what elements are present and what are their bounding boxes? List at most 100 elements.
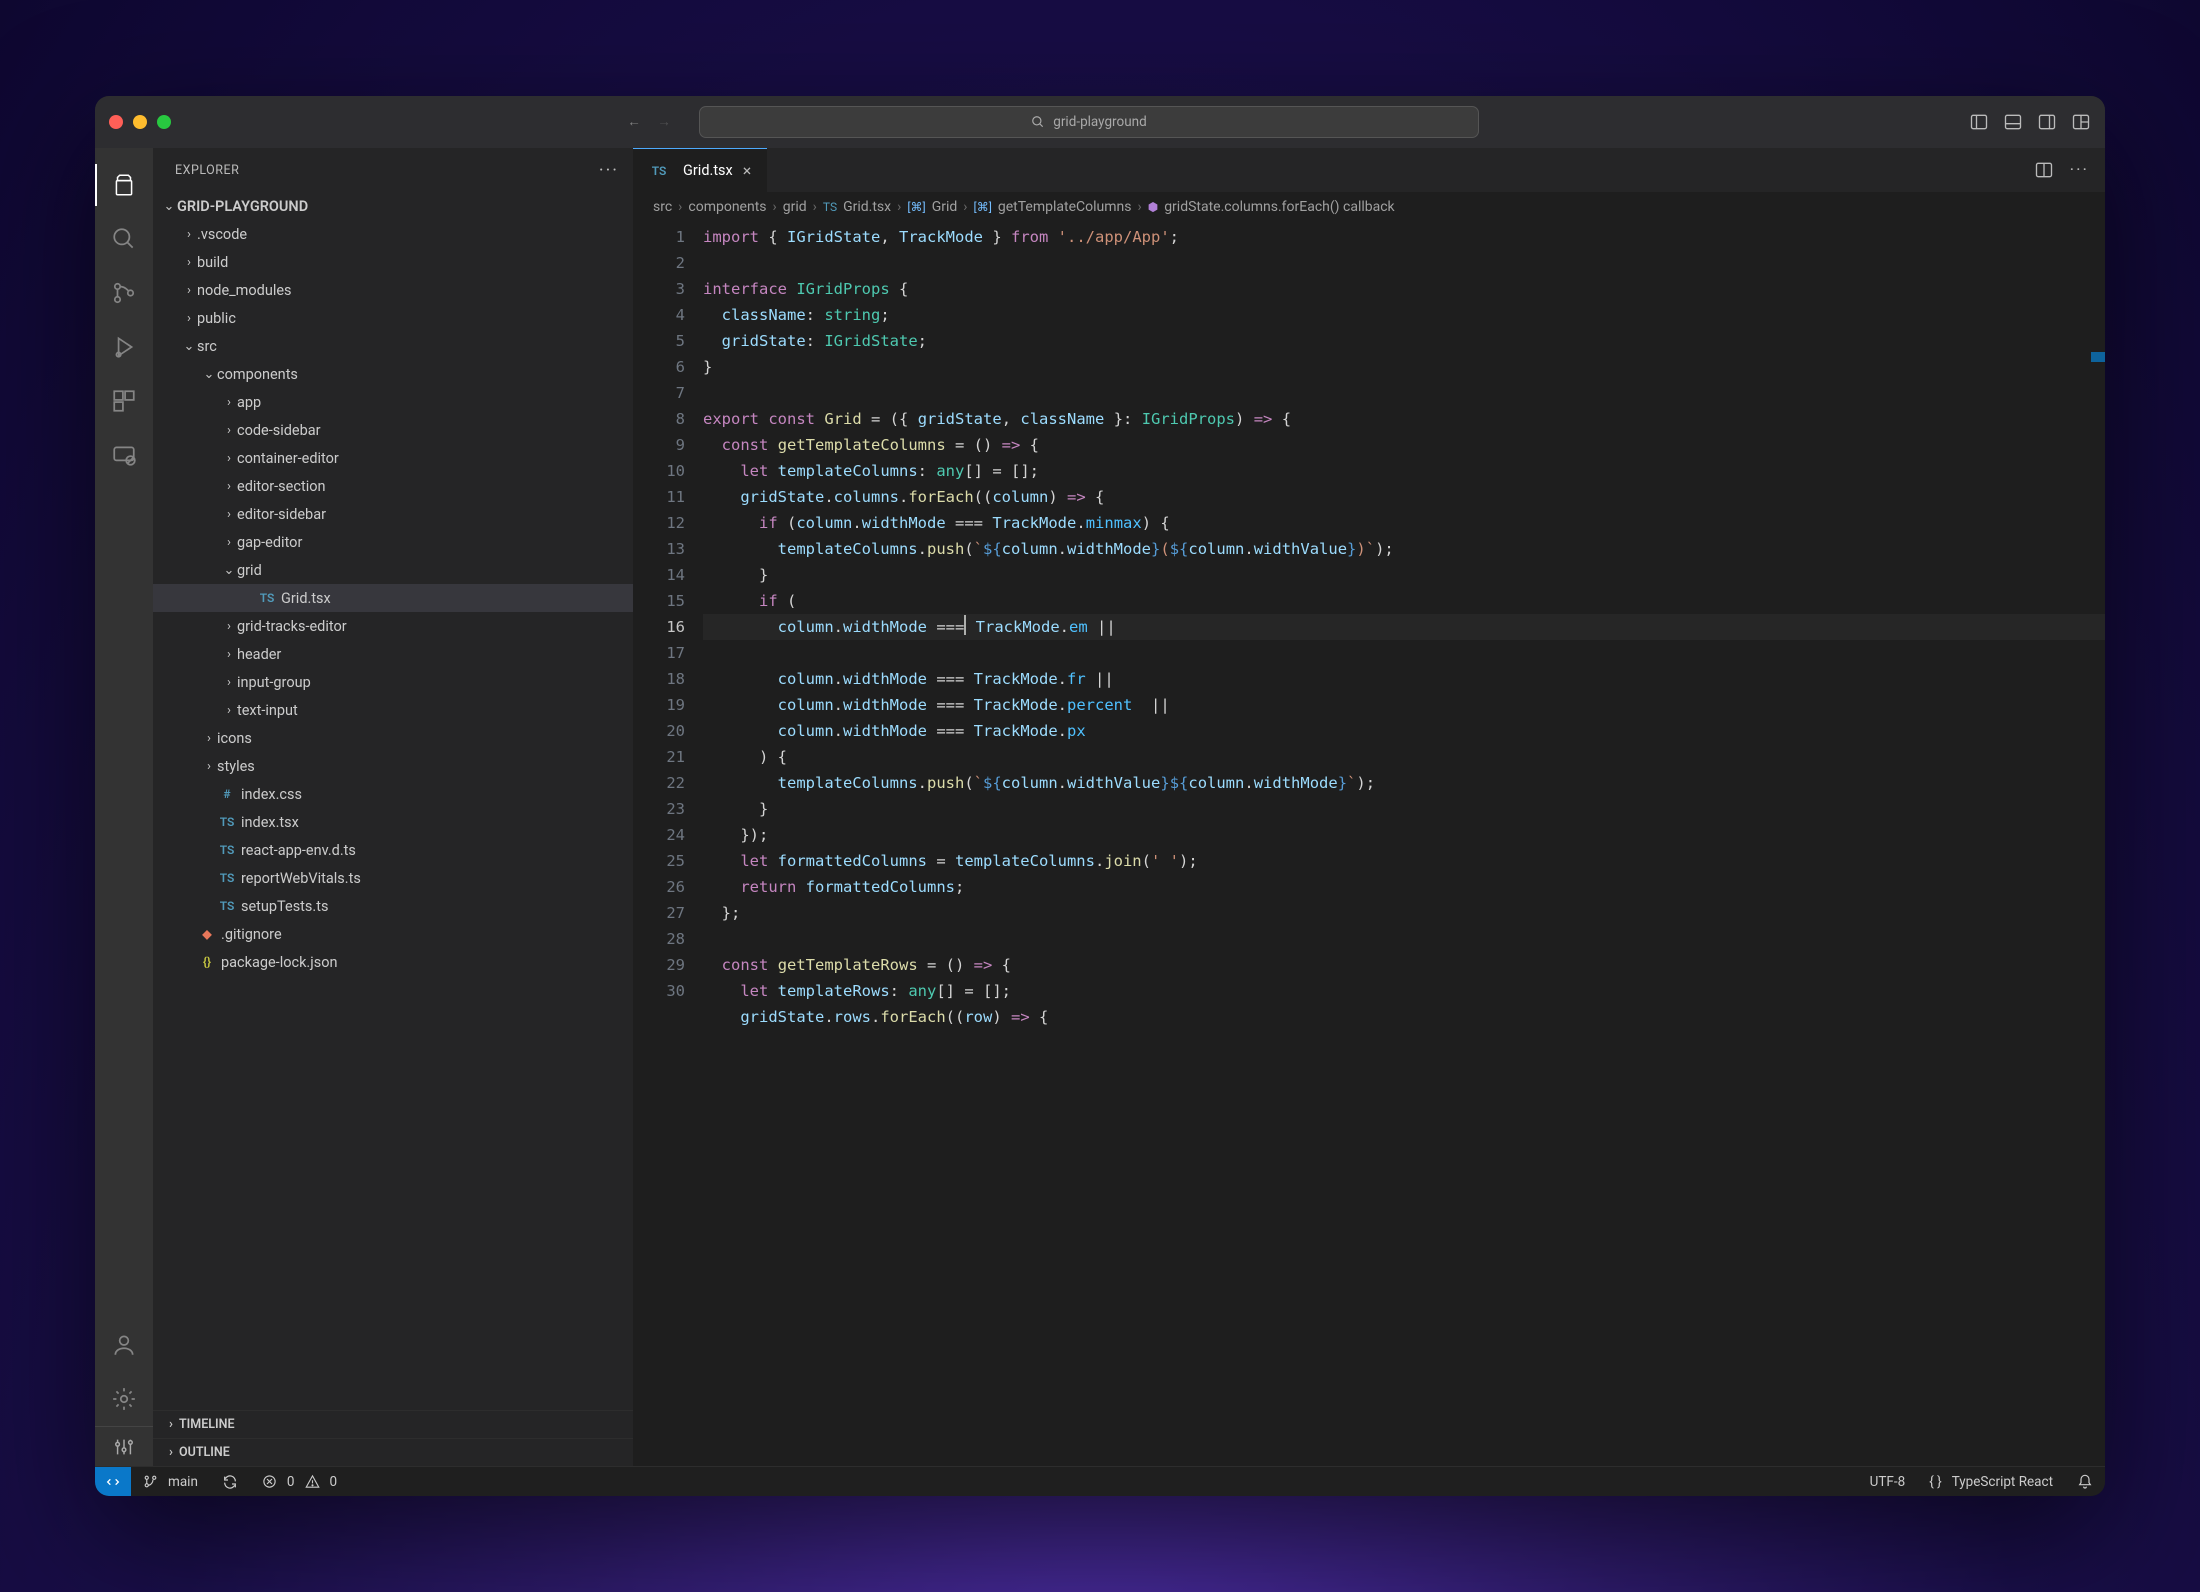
css-file-icon: # <box>217 787 237 801</box>
tree-folder[interactable]: ›header <box>153 640 633 668</box>
code-content[interactable]: import { IGridState, TrackMode } from '.… <box>703 222 2105 1466</box>
activity-remote[interactable] <box>95 428 153 482</box>
activity-search[interactable] <box>95 212 153 266</box>
status-sync[interactable] <box>210 1474 250 1490</box>
editor-actions: ··· <box>2034 160 2105 180</box>
tree-file[interactable]: TSGrid.tsx <box>153 584 633 612</box>
tree-folder[interactable]: ›container-editor <box>153 444 633 472</box>
chevron-down-icon: ⌄ <box>161 199 177 214</box>
tree-folder[interactable]: ⌄components <box>153 360 633 388</box>
status-language[interactable]: { } TypeScript React <box>1917 1474 2065 1490</box>
chevron-right-icon: › <box>221 535 237 550</box>
tree-folder[interactable]: ›.vscode <box>153 220 633 248</box>
chevron-right-icon: › <box>773 199 777 215</box>
code-line: ) { <box>703 748 787 766</box>
more-editor-actions-icon[interactable]: ··· <box>2070 160 2089 180</box>
breadcrumb[interactable]: src›components›grid›TSGrid.tsx›[⌘]Grid›[… <box>633 192 2105 222</box>
breadcrumb-item[interactable]: getTemplateColumns <box>998 199 1132 215</box>
sidebar-more-icon[interactable]: ··· <box>599 160 619 181</box>
activity-account[interactable] <box>95 1318 153 1372</box>
code-line: const getTemplateColumns = () => { <box>703 436 1039 454</box>
tree-folder[interactable]: ⌄src <box>153 332 633 360</box>
sidebar-section-timeline[interactable]: › TIMELINE <box>153 1410 633 1438</box>
tree-item-label: .vscode <box>197 226 247 243</box>
overview-ruler[interactable] <box>2091 222 2105 1466</box>
breadcrumb-item[interactable]: Grid.tsx <box>843 199 891 215</box>
close-tab-icon[interactable]: × <box>743 161 752 180</box>
ts-file-icon: TS <box>257 591 277 605</box>
tree-folder[interactable]: ›build <box>153 248 633 276</box>
toggle-secondary-sidebar-icon[interactable] <box>2037 112 2057 132</box>
status-branch[interactable]: main <box>131 1474 210 1490</box>
tree-folder[interactable]: ›editor-sidebar <box>153 500 633 528</box>
activity-scm[interactable] <box>95 266 153 320</box>
tree-folder[interactable]: ›gap-editor <box>153 528 633 556</box>
status-encoding[interactable]: UTF-8 <box>1858 1474 1918 1490</box>
code-line: className: string; <box>703 306 890 324</box>
split-editor-icon[interactable] <box>2034 160 2054 180</box>
tree-folder[interactable]: ›app <box>153 388 633 416</box>
toggle-panel-icon[interactable] <box>2003 112 2023 132</box>
tab-active[interactable]: TS Grid.tsx × <box>633 148 767 192</box>
tree-item-label: index.css <box>241 786 302 803</box>
tree-file[interactable]: TSreportWebVitals.ts <box>153 864 633 892</box>
tree-item-label: grid-tracks-editor <box>237 618 347 635</box>
command-center[interactable]: grid-playground <box>699 106 1479 138</box>
tree-root[interactable]: ⌄ GRID-PLAYGROUND <box>153 192 633 220</box>
tree-item-label: gap-editor <box>237 534 302 551</box>
tree-folder[interactable]: ›styles <box>153 752 633 780</box>
code-line: export const Grid = ({ gridState, classN… <box>703 410 1291 428</box>
editor-tabs[interactable]: TS Grid.tsx × ··· <box>633 148 2105 192</box>
tree-folder[interactable]: ›grid-tracks-editor <box>153 612 633 640</box>
tree-item-label: text-input <box>237 702 298 719</box>
tree-file[interactable]: TSindex.tsx <box>153 808 633 836</box>
tree-file[interactable]: TSsetupTests.ts <box>153 892 633 920</box>
tree-item-label: src <box>197 338 217 355</box>
activity-explorer[interactable] <box>95 158 153 212</box>
tree-folder[interactable]: ›input-group <box>153 668 633 696</box>
code-editor[interactable]: 1234567891011121314151617181920212223242… <box>633 222 2105 1466</box>
activity-settings[interactable] <box>95 1372 153 1426</box>
editor-group: TS Grid.tsx × ··· src›components›grid›TS… <box>633 148 2105 1466</box>
activity-extensions[interactable] <box>95 374 153 428</box>
status-problems[interactable]: 0 0 <box>250 1474 349 1490</box>
code-line: gridState: IGridState; <box>703 332 927 350</box>
tree-folder[interactable]: ›icons <box>153 724 633 752</box>
status-bar: main 0 0 UTF-8 { } TypeScript React <box>95 1466 2105 1496</box>
breadcrumb-item[interactable]: gridState.columns.forEach() callback <box>1164 199 1394 215</box>
sidebar-section-outline[interactable]: › OUTLINE <box>153 1438 633 1466</box>
tree-folder[interactable]: ⌄grid <box>153 556 633 584</box>
minimize-window-icon[interactable] <box>133 115 147 129</box>
tree-file[interactable]: ◆.gitignore <box>153 920 633 948</box>
breadcrumb-item[interactable]: components <box>688 199 766 215</box>
close-window-icon[interactable] <box>109 115 123 129</box>
window-controls[interactable] <box>109 115 171 129</box>
activity-sliders[interactable] <box>95 1426 153 1466</box>
toggle-primary-sidebar-icon[interactable] <box>1969 112 1989 132</box>
tree-item-label: icons <box>217 730 252 747</box>
activity-debug[interactable] <box>95 320 153 374</box>
file-tree[interactable]: ⌄ GRID-PLAYGROUND ›.vscode›build›node_mo… <box>153 192 633 1410</box>
breadcrumb-item[interactable]: Grid <box>932 199 958 215</box>
nav-forward-icon[interactable]: → <box>653 114 675 130</box>
tree-folder[interactable]: ›text-input <box>153 696 633 724</box>
tree-file[interactable]: {}package-lock.json <box>153 948 633 976</box>
code-line: gridState.columns.forEach((column) => { <box>703 488 1104 506</box>
zoom-window-icon[interactable] <box>157 115 171 129</box>
tree-folder[interactable]: ›code-sidebar <box>153 416 633 444</box>
tree-file[interactable]: # index.css <box>153 780 633 808</box>
tree-folder[interactable]: ›node_modules <box>153 276 633 304</box>
tree-folder[interactable]: ›public <box>153 304 633 332</box>
sync-icon <box>222 1474 238 1490</box>
section-label: OUTLINE <box>179 1445 230 1460</box>
nav-back-icon[interactable]: ← <box>623 114 645 130</box>
breadcrumb-item[interactable]: src <box>653 199 672 215</box>
customize-layout-icon[interactable] <box>2071 112 2091 132</box>
tree-file[interactable]: TSreact-app-env.d.ts <box>153 836 633 864</box>
breadcrumb-item[interactable]: grid <box>783 199 807 215</box>
tree-item-label: grid <box>237 562 262 579</box>
status-notifications[interactable] <box>2065 1474 2105 1490</box>
tree-item-label: editor-sidebar <box>237 506 326 523</box>
status-remote[interactable] <box>95 1467 131 1496</box>
tree-folder[interactable]: ›editor-section <box>153 472 633 500</box>
